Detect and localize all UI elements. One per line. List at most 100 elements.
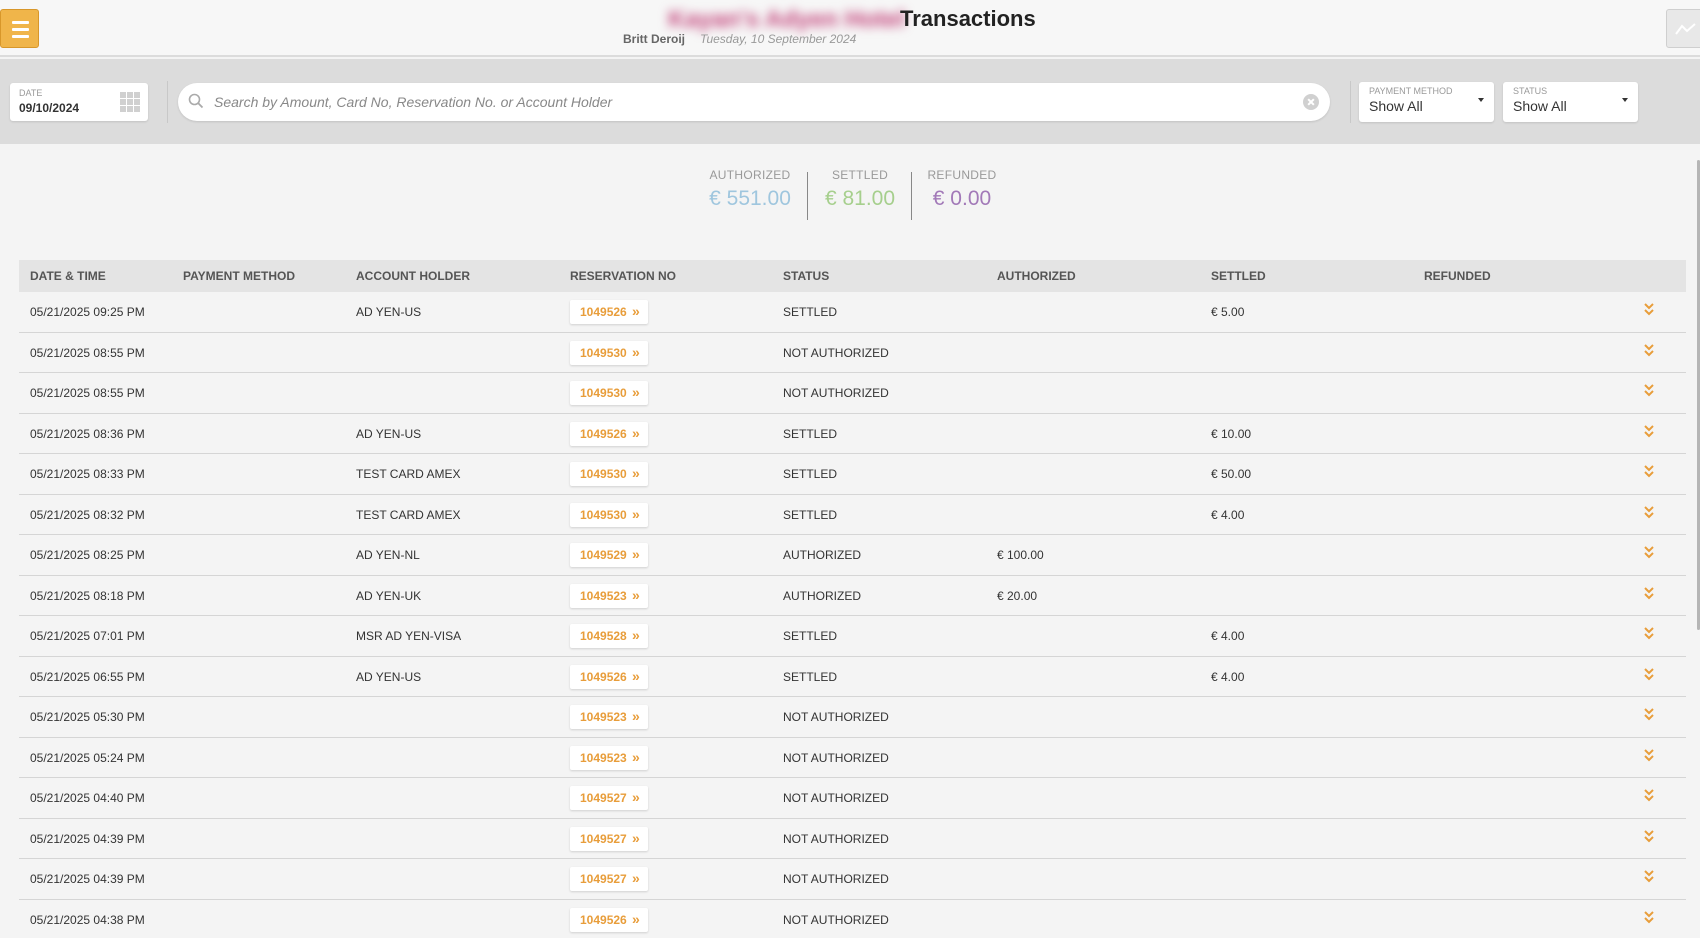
reservation-number: 1049528 [580,629,627,643]
double-chevron-down-icon[interactable] [1642,463,1656,481]
cell-status: NOT AUTHORIZED [783,791,889,805]
column-header-status[interactable]: STATUS [783,269,829,283]
double-chevron-down-icon[interactable] [1642,544,1656,562]
activity-button[interactable] [1666,9,1700,48]
cell-datetime: 05/21/2025 05:24 PM [30,750,145,765]
cell-status: NOT AUTHORIZED [783,345,889,360]
cell-settled: € 4.00 [1211,629,1245,643]
double-chevron-down-icon[interactable] [1642,787,1656,805]
double-chevron-down-icon[interactable] [1642,423,1656,441]
reservation-link-button[interactable]: 1049523 » [570,583,648,608]
column-header-authorized[interactable]: AUTHORIZED [997,269,1076,283]
cell-account-holder: TEST CARD AMEX [356,467,461,481]
double-chevron-right-icon: » [632,505,640,522]
table-row[interactable]: 05/21/2025 04:39 PM 1049527 » NOT AUTHORIZE… [19,818,1686,859]
reservation-link-button[interactable]: 1049530 » [570,381,648,405]
reservation-link-button[interactable]: 1049527 » [570,826,648,851]
reservation-link-button[interactable]: 1049528 » [570,624,648,648]
table-row[interactable]: 05/21/2025 05:30 PM 1049523 » NOT AUTHORIZE… [19,697,1686,738]
total-authorized: AUTHORIZED € 551.00 [695,168,805,211]
reservation-link-button[interactable]: 1049527 » [570,867,648,891]
table-row[interactable]: 05/21/2025 04:40 PM 1049527 » NOT AUTHORIZE… [19,778,1686,819]
cell-settled: € 5.00 [1211,305,1245,319]
double-chevron-down-icon[interactable] [1642,382,1656,400]
double-chevron-right-icon: » [632,667,640,684]
double-chevron-down-icon[interactable] [1642,585,1656,603]
reservation-link-button[interactable]: 1049526 » [570,664,648,689]
double-chevron-down-icon[interactable] [1642,747,1656,765]
reservation-number: 1049523 [580,750,627,765]
double-chevron-right-icon: » [632,303,640,319]
column-header-refunded[interactable]: REFUNDED [1424,269,1491,283]
payment-method-select[interactable]: PAYMENT METHOD Show All [1359,82,1494,122]
menu-button[interactable] [0,9,39,48]
reservation-link-button[interactable]: 1049526 » [570,300,648,324]
double-chevron-down-icon[interactable] [1642,828,1656,846]
double-chevron-right-icon: » [632,424,640,441]
reservation-link-button[interactable]: 1049523 » [570,745,648,770]
reservation-link-button[interactable]: 1049526 » [570,421,648,446]
reservation-link-button[interactable]: 1049527 » [570,786,648,810]
table-row[interactable]: 05/21/2025 04:39 PM 1049527 » NOT AUTHORIZE… [19,859,1686,900]
table-row[interactable]: 05/21/2025 08:32 PM TEST CARD AMEX 1049530… [19,494,1686,535]
table-row[interactable]: 05/21/2025 09:25 PM AD YEN-US 1049526 » SETT… [19,292,1686,333]
table-row[interactable]: 05/21/2025 08:18 PM AD YEN-UK 1049523 » AUTH… [19,575,1686,616]
cell-account-holder: AD YEN-UK [356,588,422,603]
reservation-number: 1049527 [580,831,627,846]
double-chevron-down-icon[interactable] [1642,504,1656,522]
table-row[interactable]: 05/21/2025 05:24 PM 1049523 » NOT AUTHORIZE… [19,737,1686,778]
table-row[interactable]: 05/21/2025 08:33 PM TEST CARD AMEX 1049530… [19,454,1686,495]
cell-status: SETTLED [783,305,838,319]
table-row[interactable]: 05/21/2025 07:01 PM MSR AD YEN-VISA 104952… [19,616,1686,657]
double-chevron-right-icon: » [632,829,640,846]
reservation-link-button[interactable]: 1049530 » [570,340,648,365]
reservation-number: 1049530 [580,345,627,360]
reservation-number: 1049526 [580,305,627,319]
cell-datetime: 05/21/2025 08:25 PM [30,548,145,562]
column-header-payment-method[interactable]: PAYMENT METHOD [183,269,295,283]
cell-datetime: 05/21/2025 07:01 PM [30,629,145,643]
cell-status: SETTLED [783,629,838,643]
table-row[interactable]: 05/21/2025 04:38 PM 1049526 » NOT AUTHORIZE… [19,899,1686,938]
reservation-link-button[interactable]: 1049523 » [570,705,648,729]
column-header-reservation[interactable]: RESERVATION NO [570,269,676,283]
search-icon [188,93,204,109]
cell-account-holder: AD YEN-NL [356,548,420,562]
cell-status: SETTLED [783,467,838,481]
cell-datetime: 05/21/2025 04:39 PM [30,872,145,886]
double-chevron-down-icon[interactable] [1642,868,1656,886]
double-chevron-down-icon[interactable] [1642,301,1656,319]
column-header-settled[interactable]: SETTLED [1211,269,1266,283]
clear-icon[interactable] [1303,94,1319,110]
double-chevron-down-icon[interactable] [1642,342,1656,360]
double-chevron-right-icon: » [632,748,640,765]
table-row[interactable]: 05/21/2025 08:55 PM 1049530 » NOT AUTHORIZE… [19,332,1686,373]
column-header-account-holder[interactable]: ACCOUNT HOLDER [356,269,470,283]
table-body: 05/21/2025 09:25 PM AD YEN-US 1049526 » SETT… [19,292,1686,938]
cell-datetime: 05/21/2025 08:55 PM [30,386,145,400]
search-bar [178,83,1330,121]
reservation-link-button[interactable]: 1049530 » [570,502,648,527]
reservation-link-button[interactable]: 1049529 » [570,543,648,567]
double-chevron-down-icon[interactable] [1642,625,1656,643]
search-input[interactable] [214,91,1274,113]
double-chevron-down-icon[interactable] [1642,666,1656,684]
table-row[interactable]: 05/21/2025 08:55 PM 1049530 » NOT AUTHORIZE… [19,373,1686,414]
table-row[interactable]: 05/21/2025 08:36 PM AD YEN-US 1049526 » SETT… [19,413,1686,454]
reservation-link-button[interactable]: 1049530 » [570,462,648,486]
cell-account-holder: AD YEN-US [356,305,422,319]
hotel-name: Kayan's Adyen Hotel [668,6,905,33]
reservation-number: 1049530 [580,467,627,481]
double-chevron-down-icon[interactable] [1642,706,1656,724]
double-chevron-down-icon[interactable] [1642,909,1656,927]
cell-status: AUTHORIZED [783,588,861,603]
column-header-datetime[interactable]: DATE & TIME [30,269,106,283]
cell-status: NOT AUTHORIZED [783,912,889,927]
date-picker[interactable]: DATE 09/10/2024 [10,83,148,121]
calendar-grid-icon[interactable] [120,92,140,112]
reservation-link-button[interactable]: 1049526 » [570,907,648,932]
caret-down-icon [1478,98,1484,102]
status-select[interactable]: STATUS Show All [1503,82,1638,122]
table-row[interactable]: 05/21/2025 08:25 PM AD YEN-NL 1049529 » AUTH… [19,535,1686,576]
table-row[interactable]: 05/21/2025 06:55 PM AD YEN-US 1049526 » SETT… [19,656,1686,697]
